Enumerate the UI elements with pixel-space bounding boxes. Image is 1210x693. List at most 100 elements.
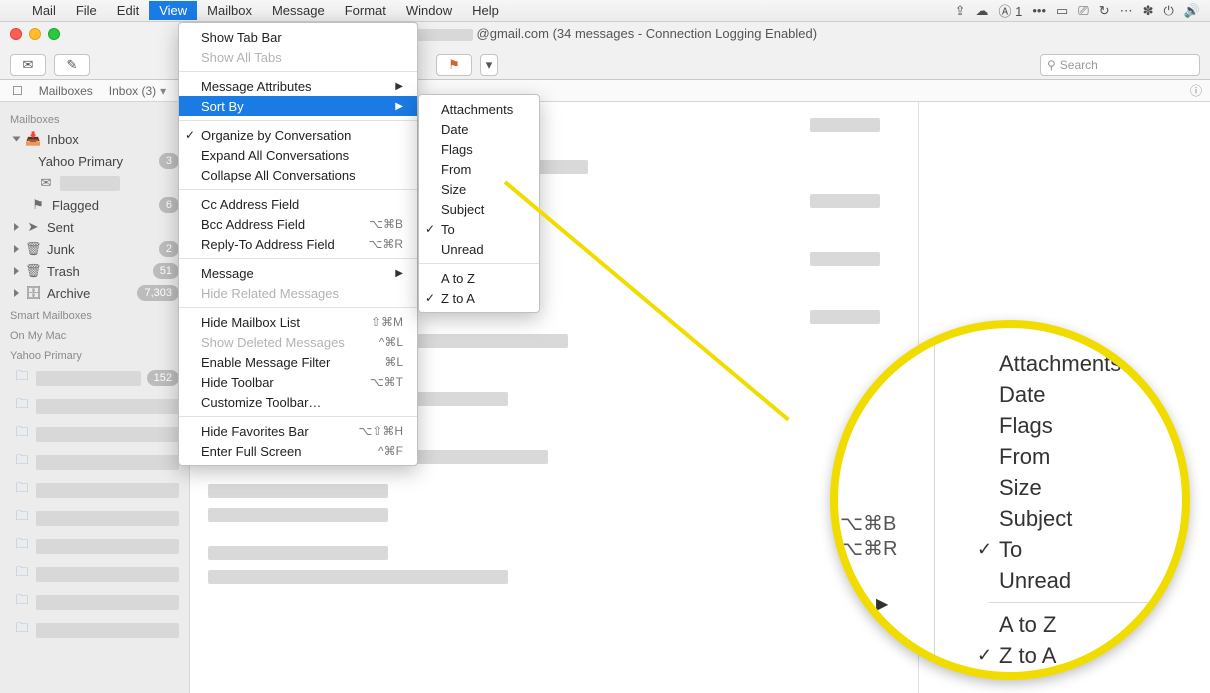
menu-edit[interactable]: Edit (107, 1, 149, 20)
sidebar-section-onmymac: On My Mac (0, 324, 189, 344)
menuitem-hide-mailbox-list[interactable]: Hide Mailbox List⇧⌘M (179, 312, 417, 332)
menuitem-enter-full-screen[interactable]: Enter Full Screen^⌘F (179, 441, 417, 461)
sidebar-flagged[interactable]: ⚑ Flagged 6 (0, 194, 189, 216)
sidebar-yahoo-primary[interactable]: Yahoo Primary 3 (0, 150, 189, 172)
folder-icon: 🗀 (14, 451, 30, 473)
sort-attachments[interactable]: Attachments (419, 99, 539, 119)
flag-button[interactable]: ⚑ (436, 54, 472, 76)
sidebar-gmail-account[interactable]: ✉︎ xxxxxx @g… (0, 172, 189, 194)
menuitem-hide-toolbar[interactable]: Hide Toolbar⌥⌘T (179, 372, 417, 392)
shortcut-label: ⌘L (364, 355, 403, 369)
menuitem-reply-to-address-field[interactable]: Reply-To Address Field⌥⌘R (179, 234, 417, 254)
favorites-dropdown-icon[interactable]: ▾ (160, 84, 166, 98)
sidebar-inbox[interactable]: 📥 Inbox (0, 128, 189, 150)
sort-from[interactable]: From (419, 159, 539, 179)
menu-message[interactable]: Message (262, 1, 335, 20)
sidebar-folder[interactable]: 🗀 xxxxx 152 (0, 364, 189, 392)
menu-mail[interactable]: Mail (22, 1, 66, 20)
favorites-inbox[interactable]: Inbox (3) (109, 84, 156, 98)
status-adobe-icon[interactable]: Ⓐ 1 (999, 1, 1023, 20)
sort-date[interactable]: Date (419, 119, 539, 139)
menuitem-collapse-all-conversations[interactable]: Collapse All Conversations (179, 165, 417, 185)
search-icon: ⚲ (1047, 58, 1056, 72)
callout-sort-size: Size (967, 472, 1174, 503)
status-more-icon[interactable]: ••• (1032, 3, 1046, 18)
status-overflow-icon[interactable]: ⋯ (1120, 3, 1133, 19)
submenu-arrow-icon: ▶ (375, 81, 403, 92)
callout-sort-from: From (967, 441, 1174, 472)
menuitem-organize-by-conversation[interactable]: ✓Organize by Conversation (179, 125, 417, 145)
check-icon: ✓ (977, 642, 992, 669)
sidebar-folder[interactable]: 🗀xxxxx (0, 476, 189, 504)
menuitem-message-attributes[interactable]: Message Attributes▶ (179, 76, 417, 96)
sidebar-folder[interactable]: 🗀xxxxx (0, 560, 189, 588)
sidebar-junk[interactable]: 🗑 Junk 2 (0, 238, 189, 260)
disclosure-triangle-icon[interactable] (14, 223, 19, 231)
menu-format[interactable]: Format (335, 1, 396, 20)
favorites-info-icon[interactable]: ⓘ (1190, 82, 1202, 99)
sidebar-item-label: Yahoo Primary (38, 154, 153, 169)
menuitem-show-tab-bar[interactable]: Show Tab Bar (179, 27, 417, 47)
disclosure-triangle-icon[interactable] (13, 137, 21, 142)
sidebar-archive[interactable]: 🗄 Archive 7,303 (0, 282, 189, 304)
sidebar-item-label: Archive (47, 286, 131, 301)
disclosure-triangle-icon[interactable] (14, 289, 19, 297)
callout-sort-subject: Subject (967, 503, 1174, 534)
status-airplay-icon[interactable]: ⎚ (1078, 3, 1088, 19)
disclosure-triangle-icon[interactable] (14, 245, 19, 253)
sidebar-trash[interactable]: 🗑 Trash 51 (0, 260, 189, 282)
menuitem-message-submenu[interactable]: Message▶ (179, 263, 417, 283)
sidebar-folder[interactable]: 🗀xxxxx (0, 616, 189, 644)
status-timemachine-icon[interactable]: ↻ (1099, 3, 1110, 19)
menuitem-expand-all-conversations[interactable]: Expand All Conversations (179, 145, 417, 165)
sidebar: Mailboxes 📥 Inbox Yahoo Primary 3 ✉︎ xxx… (0, 102, 190, 693)
status-dropbox-icon[interactable]: ⇪ (955, 3, 966, 19)
sort-subject[interactable]: Subject (419, 199, 539, 219)
menu-bar-status: ⇪ ☁︎ Ⓐ 1 ••• ▭ ⎚ ↻ ⋯ ✽ ⏻ 🔊 (955, 1, 1200, 20)
sidebar-folder[interactable]: 🗀xxxxx (0, 532, 189, 560)
sidebar-folder[interactable]: 🗀xxxxx (0, 448, 189, 476)
sort-to[interactable]: ✓To (419, 219, 539, 239)
status-wifi-icon[interactable]: ⏻ (1164, 3, 1174, 19)
status-display-icon[interactable]: ▭ (1056, 3, 1068, 19)
menuitem-bcc-address-field[interactable]: Bcc Address Field⌥⌘B (179, 214, 417, 234)
sidebar-folder[interactable]: 🗀xxxxx (0, 588, 189, 616)
disclosure-triangle-icon[interactable] (14, 267, 19, 275)
callout-sort-attachments: Attachments (967, 348, 1174, 379)
inbox-icon: 📥 (25, 131, 41, 147)
menu-view[interactable]: View (149, 1, 197, 20)
sort-z-to-a[interactable]: ✓Z to A (419, 288, 539, 308)
menuitem-cc-address-field[interactable]: Cc Address Field (179, 194, 417, 214)
sort-flags[interactable]: Flags (419, 139, 539, 159)
sidebar-item-label: Trash (47, 264, 147, 279)
menuitem-customize-toolbar[interactable]: Customize Toolbar… (179, 392, 417, 412)
sidebar-sent[interactable]: ➤ Sent (0, 216, 189, 238)
menu-window[interactable]: Window (396, 1, 462, 20)
flag-dropdown-button[interactable]: ▾ (480, 54, 498, 76)
menuitem-sort-by[interactable]: Sort By▶ (179, 96, 417, 116)
sort-unread[interactable]: Unread (419, 239, 539, 259)
sidebar-item-label: Flagged (52, 198, 153, 213)
menu-file[interactable]: File (66, 1, 107, 20)
status-bluetooth-icon[interactable]: ✽ (1143, 3, 1154, 19)
unread-badge: 3 (159, 153, 179, 169)
sidebar-folder[interactable]: 🗀xxxxx (0, 504, 189, 532)
favorites-mailboxes[interactable]: Mailboxes (39, 84, 93, 98)
menu-help[interactable]: Help (462, 1, 509, 20)
get-mail-button[interactable]: ✉︎ (10, 54, 46, 76)
status-cloud-icon[interactable]: ☁︎ (976, 3, 989, 19)
mailboxes-toggle-icon[interactable]: ☐ (12, 84, 23, 98)
search-field[interactable]: ⚲ Search (1040, 54, 1200, 76)
menuitem-hide-related-messages: Hide Related Messages (179, 283, 417, 303)
menu-mailbox[interactable]: Mailbox (197, 1, 262, 20)
status-volume-icon[interactable]: 🔊 (1184, 3, 1200, 19)
sidebar-folder[interactable]: 🗀xxxxx (0, 420, 189, 448)
menuitem-enable-message-filter[interactable]: Enable Message Filter⌘L (179, 352, 417, 372)
menuitem-show-deleted-messages: Show Deleted Messages^⌘L (179, 332, 417, 352)
folder-icon: 🗀 (14, 479, 30, 501)
shortcut-label: ⇧⌘M (351, 315, 403, 329)
sort-a-to-z[interactable]: A to Z (419, 268, 539, 288)
compose-button[interactable]: ✎ (54, 54, 90, 76)
sidebar-folder[interactable]: 🗀xxxxx (0, 392, 189, 420)
menuitem-hide-favorites-bar[interactable]: Hide Favorites Bar⌥⇧⌘H (179, 421, 417, 441)
